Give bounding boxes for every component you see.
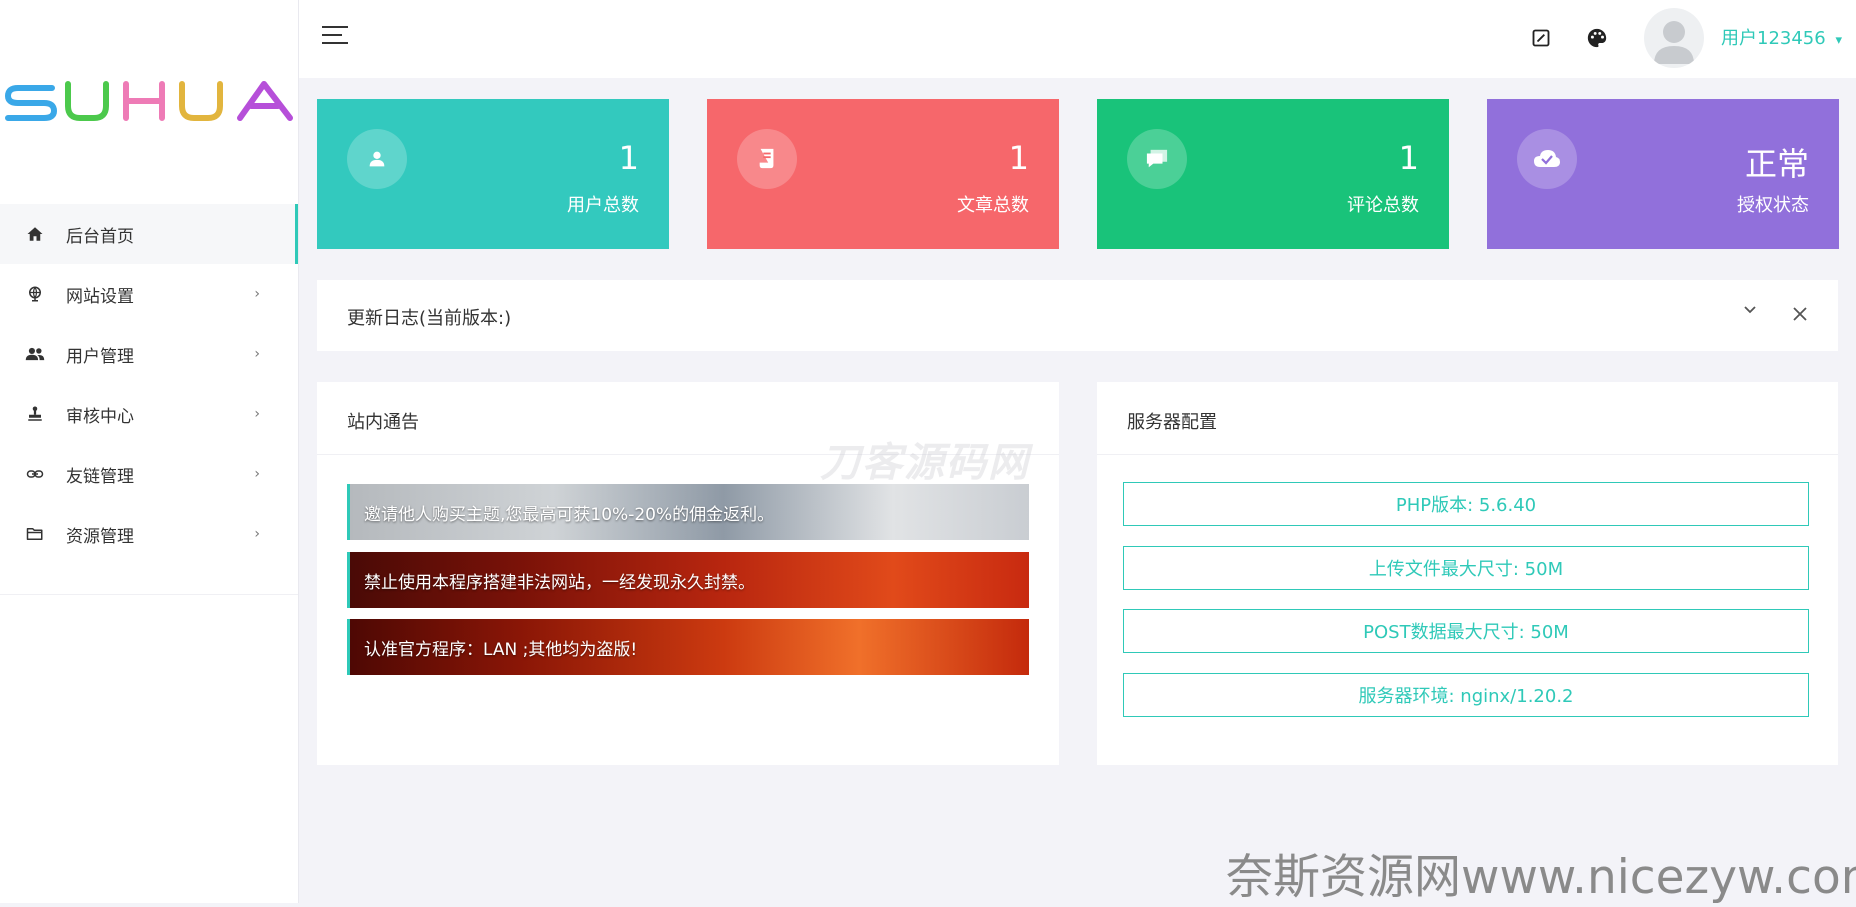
palette-icon[interactable]: [1585, 26, 1609, 50]
announcement-item[interactable]: 认准官方程序：LAN ;其他均为盗版!: [347, 619, 1029, 675]
stat-card-license: 正常 授权状态: [1487, 99, 1839, 249]
announcement-item[interactable]: 邀请他人购买主题,您最高可获10%-20%的佣金返利。: [347, 484, 1029, 540]
chevron-down-icon[interactable]: [1742, 302, 1758, 322]
close-icon[interactable]: [1792, 306, 1808, 326]
panel-title: 站内通告: [347, 412, 419, 433]
edit-icon[interactable]: [1529, 26, 1553, 50]
changelog-title: 更新日志(当前版本:): [347, 308, 512, 329]
suhua-logo[interactable]: [4, 78, 294, 122]
sidebar-item-label: 后台首页: [66, 226, 134, 247]
sidebar-item-home[interactable]: 后台首页: [0, 204, 298, 264]
stat-label: 文章总数: [957, 195, 1029, 216]
sidebar: 后台首页 网站设置 › 用户管理 › 审核中心 › 友链管理 › 资源管理 ›: [0, 0, 299, 903]
server-config-panel: 服务器配置 PHP版本: 5.6.40 上传文件最大尺寸: 50M POST数据…: [1097, 382, 1838, 765]
stamp-icon: [24, 403, 46, 425]
stat-label: 用户总数: [567, 195, 639, 216]
sidebar-menu: 后台首页 网站设置 › 用户管理 › 审核中心 › 友链管理 › 资源管理 ›: [0, 204, 298, 564]
top-bar: 用户123456 ▾: [299, 0, 1856, 78]
sidebar-item-label: 审核中心: [66, 406, 134, 427]
sidebar-item-review[interactable]: 审核中心 ›: [0, 384, 298, 444]
server-info-env: 服务器环境: nginx/1.20.2: [1123, 673, 1809, 717]
user-menu[interactable]: 用户123456 ▾: [1721, 24, 1842, 50]
home-icon: [24, 223, 46, 245]
stat-value: 1: [618, 139, 639, 177]
chevron-right-icon: ›: [254, 346, 260, 362]
cloud-check-icon: [1517, 129, 1577, 189]
sidebar-item-label: 友链管理: [66, 466, 134, 487]
sidebar-item-label: 网站设置: [66, 286, 134, 307]
chevron-right-icon: ›: [254, 406, 260, 422]
sidebar-item-users[interactable]: 用户管理 ›: [0, 324, 298, 384]
server-info-php: PHP版本: 5.6.40: [1123, 482, 1809, 526]
sidebar-divider: [0, 594, 298, 595]
globe-icon: [24, 283, 46, 305]
stat-card-comments: 1 评论总数: [1097, 99, 1449, 249]
stat-card-users: 1 用户总数: [317, 99, 669, 249]
hamburger-icon[interactable]: [322, 26, 348, 50]
sidebar-item-links[interactable]: 友链管理 ›: [0, 444, 298, 504]
changelog-panel: 更新日志(当前版本:): [317, 280, 1838, 351]
document-icon: [737, 129, 797, 189]
chevron-right-icon: ›: [254, 466, 260, 482]
chevron-right-icon: ›: [254, 286, 260, 302]
users-icon: [24, 343, 46, 365]
stat-value: 1: [1398, 139, 1419, 177]
username-label: 用户123456: [1721, 28, 1826, 49]
sidebar-item-resources[interactable]: 资源管理 ›: [0, 504, 298, 564]
stat-card-articles: 1 文章总数: [707, 99, 1059, 249]
server-info-post: POST数据最大尺寸: 50M: [1123, 609, 1809, 653]
sidebar-item-label: 资源管理: [66, 526, 134, 547]
avatar[interactable]: [1644, 8, 1704, 68]
sidebar-item-site-settings[interactable]: 网站设置 ›: [0, 264, 298, 324]
stat-value: 正常: [1744, 145, 1809, 183]
link-icon: [24, 463, 46, 485]
user-icon: [347, 129, 407, 189]
folder-icon: [24, 523, 46, 545]
watermark-center: 刀客源码网: [820, 440, 1030, 486]
sidebar-item-label: 用户管理: [66, 346, 134, 367]
stat-value: 1: [1008, 139, 1029, 177]
panel-title: 服务器配置: [1127, 412, 1217, 433]
stat-label: 评论总数: [1347, 195, 1419, 216]
server-info-upload: 上传文件最大尺寸: 50M: [1123, 546, 1809, 590]
stat-label: 授权状态: [1737, 195, 1809, 216]
watermark-bottom-right: 奈斯资源网www.nicezyw.com: [1226, 850, 1856, 905]
caret-down-icon: ▾: [1835, 33, 1842, 48]
chevron-right-icon: ›: [254, 526, 260, 542]
announcement-item[interactable]: 禁止使用本程序搭建非法网站，一经发现永久封禁。: [347, 552, 1029, 608]
panel-header: 服务器配置: [1097, 382, 1838, 455]
comment-icon: [1127, 129, 1187, 189]
